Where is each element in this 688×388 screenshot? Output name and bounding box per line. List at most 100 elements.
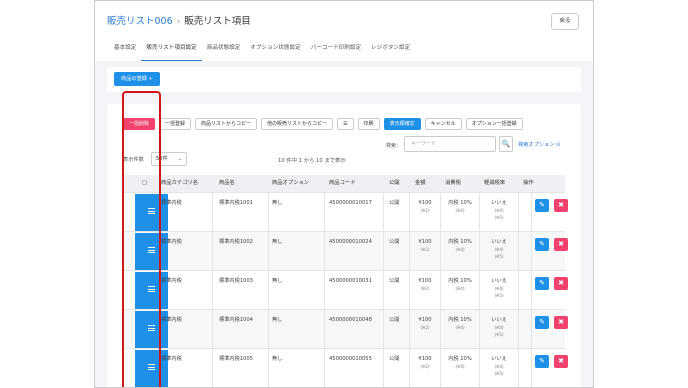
delete-icon[interactable]: ✖ xyxy=(554,316,568,329)
edit-icon[interactable]: ✎ xyxy=(535,277,549,290)
reduced-note: (※4) xyxy=(494,286,504,291)
cell-public: 公開 xyxy=(389,200,400,206)
cell-option: 無し xyxy=(272,278,283,284)
column-divider xyxy=(324,193,325,232)
price-value: ¥100 xyxy=(418,239,432,245)
pagination-info: 10 件中 1 から 10 まで表示 xyxy=(278,158,346,164)
cell-public: 公開 xyxy=(389,239,400,245)
bulk-delete-button[interactable]: 一括削除 xyxy=(123,118,156,130)
cell-tax: 内税 10% (※4) xyxy=(443,239,477,253)
cell-reduced-rate: いいえ (※4) (※5) xyxy=(482,200,516,221)
column-divider xyxy=(531,232,532,271)
cell-code: 4500000010048 xyxy=(329,317,372,323)
price-value: ¥100 xyxy=(418,200,432,206)
edit-icon[interactable]: ✎ xyxy=(535,238,549,251)
edit-icon[interactable]: ✎ xyxy=(535,355,549,368)
search-input[interactable]: キーワード xyxy=(404,136,496,152)
column-divider xyxy=(268,349,269,387)
tab-product-status-settings[interactable]: 商品状態設定 xyxy=(202,43,246,61)
cell-name: 標準内税1003 xyxy=(219,278,253,284)
column-divider xyxy=(383,310,384,349)
delete-icon[interactable]: ✖ xyxy=(554,355,568,368)
table-row[interactable]: 標準内税 標準内税1003 無し 4500000010031 公開 ¥100 (※2) 内税 … xyxy=(123,270,568,310)
print-button[interactable]: 印刷 xyxy=(357,118,380,130)
reduced-note: (※5) xyxy=(494,293,504,298)
column-divider xyxy=(268,232,269,271)
column-divider xyxy=(324,349,325,387)
cell-category: 標準内税 xyxy=(161,239,182,245)
select-all-checkbox[interactable]: □ xyxy=(142,175,147,192)
tax-note: (※4) xyxy=(455,325,465,330)
column-divider xyxy=(212,349,213,387)
bulk-register-button[interactable]: 一括登録 xyxy=(159,118,192,130)
tab-list-item-settings[interactable]: 販売リスト項目設定 xyxy=(141,43,202,61)
column-divider xyxy=(479,271,480,310)
table-row[interactable]: 標準内税 標準内税1001 無し 4500000010017 公開 ¥100 (※2) 内税 … xyxy=(123,192,568,232)
search-icon[interactable]: 🔍 xyxy=(499,136,513,152)
column-divider xyxy=(440,349,441,387)
confirm-order-button[interactable]: 表示順確定 xyxy=(383,118,421,130)
cell-name: 標準内税1004 xyxy=(219,317,253,323)
table-row[interactable]: 標準内税 標準内税1005 無し 4500000010055 公開 ¥100 (※2) 内税 … xyxy=(123,348,568,387)
breadcrumb-parent-link[interactable]: 販売リスト006 xyxy=(107,16,173,27)
reduced-value: いいえ xyxy=(491,239,507,245)
column-category: 商品カテゴリ名 xyxy=(161,180,199,186)
column-divider xyxy=(518,349,519,387)
list-view-button[interactable]: ☰ xyxy=(337,118,354,130)
tab-option-status-settings[interactable]: オプション状態設定 xyxy=(245,43,305,61)
edit-icon[interactable]: ✎ xyxy=(535,316,549,329)
column-divider xyxy=(531,349,532,387)
back-button[interactable]: 戻る xyxy=(551,13,579,30)
copy-from-other-list-button[interactable]: 他の販売リストからコピー xyxy=(261,118,334,130)
reduced-note: (※5) xyxy=(494,332,504,337)
cell-reduced-rate: いいえ (※4) (※5) xyxy=(482,278,516,299)
table-header: □ 商品カテゴリ名 商品名 商品オプション 商品コード 公開 金額 消費税 軽減… xyxy=(123,175,565,192)
cell-tax: 内税 10% (※4) xyxy=(443,278,477,292)
register-product-button[interactable]: 商品の登録 + xyxy=(114,72,160,86)
table-row[interactable]: 標準内税 標準内税1002 無し 4500000010024 公開 ¥100 (※2) 内税 … xyxy=(123,231,568,271)
column-divider xyxy=(212,271,213,310)
cell-price: ¥100 (※2) xyxy=(413,356,437,370)
cell-code: 4500000010024 xyxy=(329,239,372,245)
cell-name: 標準内税1005 xyxy=(219,356,253,362)
column-divider xyxy=(324,310,325,349)
edit-icon[interactable]: ✎ xyxy=(535,199,549,212)
hamburger-icon xyxy=(148,286,155,292)
column-divider xyxy=(440,232,441,271)
column-code: 商品コード xyxy=(329,180,356,186)
tab-register-button-settings[interactable]: レジボタン設定 xyxy=(366,43,415,61)
bulk-option-register-button[interactable]: オプション一括登録 xyxy=(465,118,523,130)
delete-icon[interactable]: ✖ xyxy=(554,199,568,212)
delete-icon[interactable]: ✖ xyxy=(554,277,568,290)
reduced-note: (※5) xyxy=(494,254,504,259)
per-page-select[interactable]: 50件 ⌄ xyxy=(151,152,187,166)
page-header: 販売リスト006 › 販売リスト項目 戻る 基本設定 販売リスト項目設定 商品状態設… xyxy=(95,1,593,61)
tab-barcode-print-settings[interactable]: バーコード印刷設定 xyxy=(306,43,366,61)
breadcrumb-current: 販売リスト項目 xyxy=(184,16,251,27)
table-row[interactable]: 標準内税 標準内税1004 無し 4500000010048 公開 ¥100 (※2) 内税 … xyxy=(123,309,568,349)
tab-basic-settings[interactable]: 基本設定 xyxy=(107,43,141,61)
delete-icon[interactable]: ✖ xyxy=(554,238,568,251)
cancel-button[interactable]: キャンセル xyxy=(424,118,462,130)
tax-note: (※4) xyxy=(455,286,465,291)
cell-category: 標準内税 xyxy=(161,317,182,323)
cell-price: ¥100 (※2) xyxy=(413,278,437,292)
price-value: ¥100 xyxy=(418,317,432,323)
column-actions: 操作 xyxy=(523,180,534,186)
copy-from-product-list-button[interactable]: 商品リストからコピー xyxy=(195,118,258,130)
column-divider xyxy=(440,193,441,232)
per-page-value: 50件 xyxy=(156,156,168,162)
column-divider xyxy=(440,271,441,310)
column-divider xyxy=(383,271,384,310)
search-options-link[interactable]: 検索オプション ⊙ xyxy=(518,141,560,148)
column-divider xyxy=(324,271,325,310)
column-divider xyxy=(479,193,480,232)
tax-value: 内税 10% xyxy=(448,317,472,323)
cell-name: 標準内税1002 xyxy=(219,239,253,245)
register-card: 商品の登録 + xyxy=(107,67,581,92)
app-window: 販売リスト006 › 販売リスト項目 戻る 基本設定 販売リスト項目設定 商品状態設… xyxy=(94,0,594,388)
hamburger-icon xyxy=(148,325,155,331)
per-page-label: 表示件数 xyxy=(123,157,144,163)
price-note: (※2) xyxy=(420,286,430,291)
column-divider xyxy=(479,349,480,387)
